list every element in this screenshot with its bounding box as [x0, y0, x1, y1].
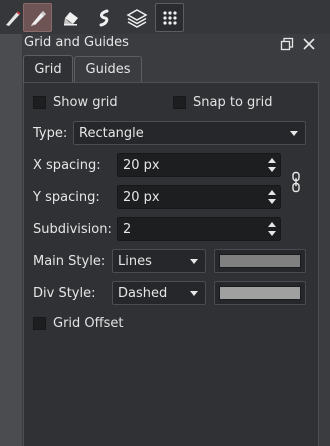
- float-docker-icon[interactable]: [280, 37, 294, 55]
- type-value: Rectangle: [79, 125, 144, 141]
- x-spacing-spinbox[interactable]: 20 px: [117, 153, 281, 177]
- grid-tool-button[interactable]: [155, 3, 184, 32]
- y-spacing-value: 20 px: [123, 189, 160, 205]
- layers-tool-button[interactable]: [122, 3, 151, 32]
- main-style-value: Lines: [118, 253, 152, 269]
- x-spacing-value: 20 px: [123, 157, 160, 173]
- main-style-label: Main Style:: [33, 254, 106, 269]
- subdivision-value: 2: [123, 221, 132, 237]
- subdivision-spinbox[interactable]: 2: [117, 217, 281, 241]
- spin-down-icon[interactable]: [268, 231, 276, 236]
- grid-offset-box[interactable]: [33, 317, 46, 330]
- tab-guides[interactable]: Guides: [74, 56, 142, 82]
- brush-icon: [3, 8, 23, 28]
- main-style-color-button[interactable]: [214, 249, 306, 273]
- grid-dots-icon: [161, 9, 179, 27]
- spin-down-icon[interactable]: [268, 199, 276, 204]
- chevron-down-icon: [190, 259, 198, 264]
- chevron-down-icon: [190, 291, 198, 296]
- main-color-swatch: [219, 254, 301, 268]
- div-style-combo[interactable]: Dashed: [112, 281, 206, 305]
- x-spacing-label: X spacing:: [33, 158, 101, 173]
- div-style-value: Dashed: [118, 285, 168, 301]
- snap-to-grid-label: Snap to grid: [193, 95, 273, 110]
- layers-icon: [125, 7, 148, 29]
- pen-icon: [28, 8, 48, 28]
- chain-link-icon[interactable]: [290, 171, 302, 197]
- close-docker-icon[interactable]: [302, 37, 316, 55]
- y-spacing-spinbox[interactable]: 20 px: [117, 185, 281, 209]
- eraser-tool-button[interactable]: [56, 3, 85, 32]
- type-combo[interactable]: Rectangle: [73, 121, 306, 145]
- subdivision-label: Subdivision:: [33, 222, 112, 237]
- docker-title: Grid and Guides: [24, 35, 129, 50]
- eraser-icon: [61, 8, 81, 28]
- show-grid-box[interactable]: [33, 96, 46, 109]
- chevron-down-icon: [290, 131, 298, 136]
- div-style-label: Div Style:: [33, 286, 96, 301]
- div-style-color-button[interactable]: [214, 281, 306, 305]
- dock-side-strip: [0, 34, 22, 446]
- tab-grid[interactable]: Grid: [23, 55, 73, 83]
- grid-offset-toggle[interactable]: Grid Offset: [33, 316, 123, 331]
- spin-up-icon[interactable]: [268, 158, 276, 163]
- spin-up-icon[interactable]: [268, 222, 276, 227]
- pen-tool-button[interactable]: [23, 3, 52, 32]
- snap-to-grid-checkbox[interactable]: Snap to grid: [173, 95, 273, 110]
- toolbar: [0, 0, 330, 34]
- show-grid-checkbox[interactable]: Show grid: [33, 95, 118, 110]
- snap-to-grid-box[interactable]: [173, 96, 186, 109]
- spin-up-icon[interactable]: [268, 190, 276, 195]
- smudge-icon: [94, 8, 114, 28]
- smudge-tool-button[interactable]: [89, 3, 118, 32]
- y-spacing-label: Y spacing:: [33, 190, 100, 205]
- spin-down-icon[interactable]: [268, 167, 276, 172]
- main-style-combo[interactable]: Lines: [112, 249, 206, 273]
- div-color-swatch: [219, 286, 301, 300]
- type-label: Type:: [33, 126, 68, 141]
- show-grid-label: Show grid: [53, 95, 118, 110]
- grid-offset-label: Grid Offset: [53, 316, 124, 331]
